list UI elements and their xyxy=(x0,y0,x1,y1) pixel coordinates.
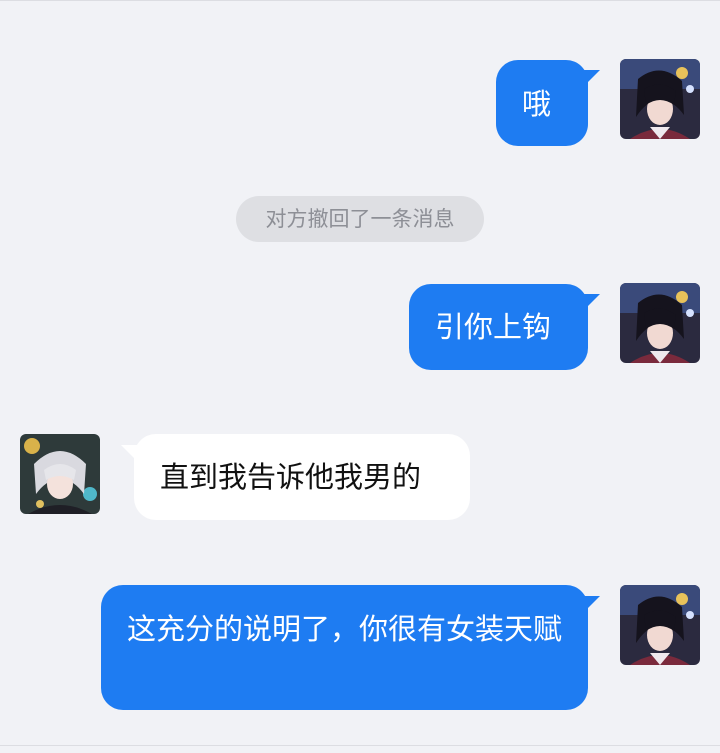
message-text: 直到我告诉他我男的 xyxy=(160,460,422,494)
contact-avatar[interactable] xyxy=(20,434,100,514)
message-text: 哦 xyxy=(522,87,552,121)
top-divider xyxy=(0,0,720,1)
user-avatar[interactable] xyxy=(620,585,700,665)
bubble-tail xyxy=(584,294,600,310)
silver-hair-avatar-icon xyxy=(20,434,100,514)
message-bubble-sent[interactable]: 哦 xyxy=(496,60,588,146)
user-avatar[interactable] xyxy=(620,283,700,363)
message-bubble-sent[interactable]: 这充分的说明了，你很有女装天赋 xyxy=(101,585,588,710)
message-bubble-received[interactable]: 直到我告诉他我男的 xyxy=(134,434,470,520)
message-bubble-sent[interactable]: 引你上钩 xyxy=(409,284,588,370)
user-avatar[interactable] xyxy=(620,59,700,139)
bubble-tail xyxy=(584,596,600,612)
message-text: 这充分的说明了，你很有女装天赋 xyxy=(127,612,563,646)
dark-hair-avatar-icon xyxy=(620,585,700,665)
dark-hair-avatar-icon xyxy=(620,59,700,139)
bubble-tail xyxy=(584,70,600,86)
recall-notice: 对方撤回了一条消息 xyxy=(236,196,484,242)
dark-hair-avatar-icon xyxy=(620,283,700,363)
message-text: 引你上钩 xyxy=(435,310,552,344)
